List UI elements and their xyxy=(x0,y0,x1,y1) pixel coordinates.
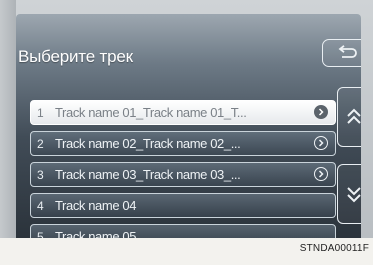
chevron-right-icon xyxy=(318,108,324,116)
display-screen: Выберите трек 1 Track name 01_Track name… xyxy=(16,14,361,238)
track-row-5[interactable]: 5 Track name 05 xyxy=(30,224,336,238)
track-row-1[interactable]: 1 Track name 01_Track name 01_T... xyxy=(30,100,336,125)
track-number: 3 xyxy=(37,167,44,182)
track-name: Track name 01_Track name 01_T... xyxy=(55,105,247,120)
track-name: Track name 05 xyxy=(55,229,137,238)
track-name: Track name 02_Track name 02_... xyxy=(55,136,241,151)
screen-title: Выберите трек xyxy=(18,47,133,66)
track-name: Track name 04 xyxy=(55,198,137,213)
track-info-button[interactable] xyxy=(314,136,328,150)
figure-code: STNDA00011F xyxy=(299,243,369,254)
chevron-right-icon xyxy=(318,170,324,178)
back-button[interactable] xyxy=(322,39,361,67)
track-row-4[interactable]: 4 Track name 04 xyxy=(30,193,336,218)
chevron-right-icon xyxy=(318,139,324,147)
track-row-2[interactable]: 2 Track name 02_Track name 02_... xyxy=(30,131,336,156)
track-number: 2 xyxy=(37,136,44,151)
track-row-3[interactable]: 3 Track name 03_Track name 03_... xyxy=(30,162,336,187)
track-number: 4 xyxy=(37,198,44,213)
track-info-button[interactable] xyxy=(314,167,328,181)
track-info-button[interactable] xyxy=(314,105,328,119)
track-name: Track name 03_Track name 03_... xyxy=(55,167,241,182)
track-number: 5 xyxy=(37,229,44,239)
bezel-left-edge xyxy=(0,0,16,238)
track-number: 1 xyxy=(37,105,44,120)
scroll-down-button[interactable] xyxy=(337,164,361,224)
scroll-up-button[interactable] xyxy=(337,87,361,147)
double-chevron-down-icon xyxy=(346,187,361,203)
double-chevron-up-icon xyxy=(346,108,361,124)
back-arrow-icon xyxy=(338,45,357,58)
